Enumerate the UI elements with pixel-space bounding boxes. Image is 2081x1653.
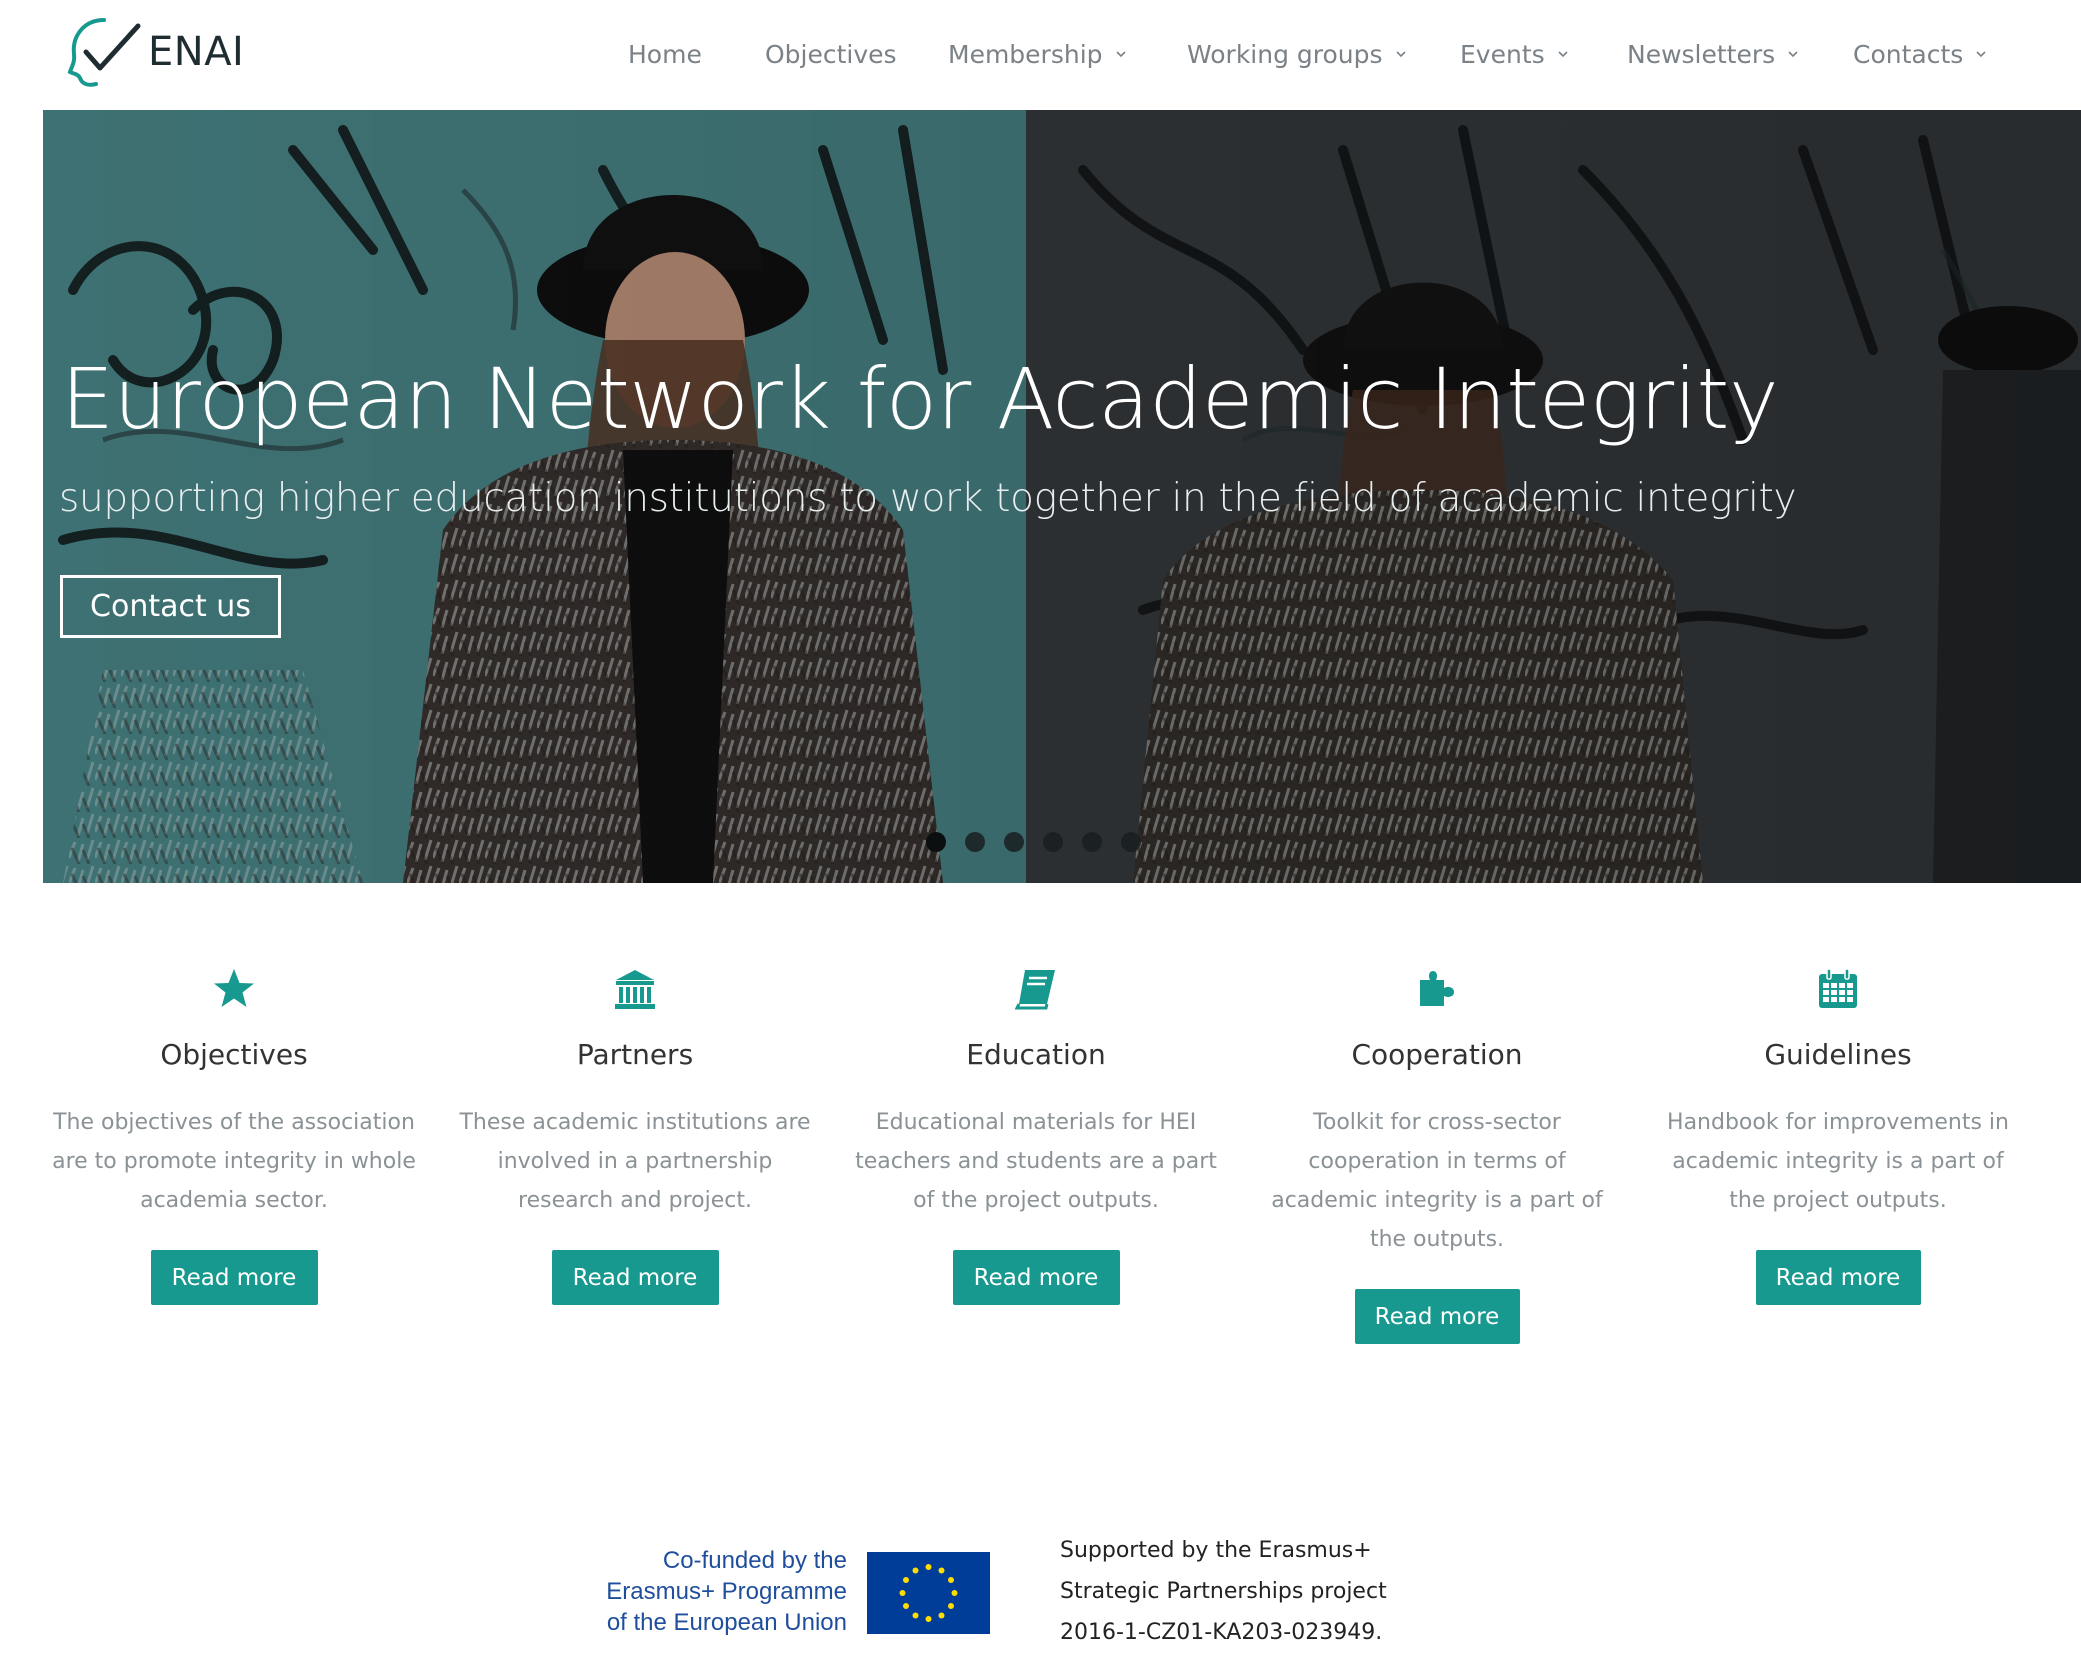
eu-line: of the European Union bbox=[606, 1609, 847, 1636]
eu-line: Co-funded by the bbox=[662, 1547, 847, 1574]
read-more-button[interactable]: Read more bbox=[1755, 1250, 1921, 1305]
eu-cofunded-text: Co-funded by the Erasmus+ Programme of t… bbox=[570, 1545, 847, 1638]
institution-icon bbox=[615, 970, 655, 1009]
read-more-label: Read more bbox=[973, 1264, 1099, 1291]
contact-us-label: Contact us bbox=[90, 589, 251, 624]
support-line: 2016-1-CZ01-KA203-023949. bbox=[1060, 1620, 1383, 1645]
erasmus-support-text: Supported by the Erasmus+ Strategic Part… bbox=[1060, 1530, 1387, 1653]
nav-working-groups[interactable]: Working groups bbox=[1187, 30, 1407, 78]
chevron-down-icon bbox=[1976, 51, 1986, 58]
nav-label: Newsletters bbox=[1627, 39, 1776, 69]
nav-label: Home bbox=[628, 39, 702, 69]
nav-contacts[interactable]: Contacts bbox=[1853, 30, 1987, 78]
hero-slider: European Network for Academic Integrity … bbox=[43, 110, 2081, 883]
feature-title: Cooperation bbox=[1351, 1038, 1523, 1071]
read-more-label: Read more bbox=[572, 1264, 698, 1291]
feature-description: Handbook for improvements in academic in… bbox=[1667, 1110, 2009, 1213]
chevron-down-icon bbox=[1788, 51, 1798, 58]
slider-dot[interactable] bbox=[1082, 832, 1102, 852]
chevron-down-icon bbox=[1395, 51, 1406, 58]
read-more-button[interactable]: Read more bbox=[952, 1250, 1120, 1305]
feature-title: Education bbox=[966, 1038, 1106, 1071]
nav-label: Events bbox=[1460, 39, 1545, 69]
support-line: Supported by the Erasmus+ bbox=[1060, 1538, 1372, 1563]
hero-title: European Network for Academic Integrity bbox=[61, 350, 1779, 448]
feature-guidelines: Guidelines Handbook for improvements in … bbox=[1653, 960, 2023, 1305]
read-more-label: Read more bbox=[171, 1264, 297, 1291]
site-header: ENAI Home Objectives Membership Working … bbox=[0, 0, 2081, 110]
chevron-down-icon bbox=[1558, 51, 1568, 58]
nav-events[interactable]: Events bbox=[1460, 30, 1569, 78]
slider-dot[interactable] bbox=[1043, 832, 1063, 852]
star-icon bbox=[214, 969, 254, 1007]
feature-description: Toolkit for cross-sector cooperation in … bbox=[1271, 1110, 1603, 1252]
read-more-label: Read more bbox=[1775, 1264, 1901, 1291]
feature-description: The objectives of the association are to… bbox=[52, 1110, 416, 1213]
read-more-button[interactable]: Read more bbox=[1354, 1289, 1520, 1344]
slider-dot[interactable] bbox=[1121, 832, 1141, 852]
support-line: Strategic Partnerships project bbox=[1060, 1579, 1387, 1604]
chevron-down-icon bbox=[1115, 51, 1126, 58]
feature-title: Partners bbox=[576, 1038, 694, 1071]
contact-us-button[interactable]: Contact us bbox=[60, 575, 281, 638]
eu-line: Erasmus+ Programme bbox=[606, 1578, 847, 1605]
nav-label: Contacts bbox=[1853, 39, 1964, 69]
feature-cooperation: Cooperation Toolkit for cross-sector coo… bbox=[1252, 960, 1622, 1344]
feature-description: These academic institutions are involved… bbox=[459, 1110, 811, 1213]
feature-title: Guidelines bbox=[1764, 1038, 1912, 1071]
slider-dots bbox=[926, 832, 1160, 852]
nav-label: Membership bbox=[948, 39, 1103, 69]
calendar-icon bbox=[1819, 968, 1857, 1008]
nav-objectives[interactable]: Objectives bbox=[765, 30, 897, 78]
nav-label: Working groups bbox=[1187, 39, 1383, 69]
read-more-button[interactable]: Read more bbox=[150, 1250, 318, 1305]
slider-dot[interactable] bbox=[965, 832, 985, 852]
nav-membership[interactable]: Membership bbox=[948, 30, 1127, 78]
nav-label: Objectives bbox=[765, 39, 897, 69]
nav-home[interactable]: Home bbox=[628, 30, 702, 78]
slider-dot[interactable] bbox=[926, 832, 946, 852]
feature-description: Educational materials for HEI teachers a… bbox=[855, 1110, 1217, 1213]
read-more-button[interactable]: Read more bbox=[551, 1250, 719, 1305]
hero-subtitle: supporting higher education institutions… bbox=[59, 476, 1797, 521]
main-navigation: Home Objectives Membership Working group… bbox=[0, 30, 2081, 78]
feature-objectives: Objectives The objectives of the associa… bbox=[49, 960, 419, 1305]
feature-education: Education Educational materials for HEI … bbox=[851, 960, 1221, 1305]
book-icon bbox=[1014, 970, 1055, 1010]
nav-newsletters[interactable]: Newsletters bbox=[1627, 30, 1799, 78]
feature-title: Objectives bbox=[160, 1038, 308, 1071]
feature-partners: Partners These academic institutions are… bbox=[450, 960, 820, 1305]
slider-dot[interactable] bbox=[1004, 832, 1024, 852]
read-more-label: Read more bbox=[1374, 1303, 1500, 1330]
eu-flag-icon bbox=[867, 1552, 990, 1634]
puzzle-icon bbox=[1420, 971, 1454, 1006]
